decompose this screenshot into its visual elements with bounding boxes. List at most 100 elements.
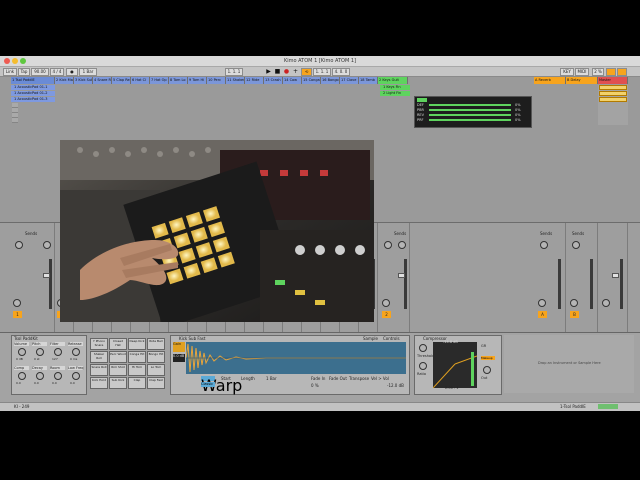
drum-pad[interactable]: Hi Tom bbox=[128, 364, 146, 376]
time-signature-field[interactable]: 4 / 4 bbox=[50, 68, 64, 76]
drum-pad[interactable]: Perc Wood bbox=[109, 351, 127, 363]
midi-map-button[interactable]: MIDI bbox=[575, 68, 589, 76]
drum-pad[interactable]: Clap Fast bbox=[147, 377, 165, 389]
gain-value[interactable]: 0.0 dB bbox=[173, 354, 185, 362]
track-header[interactable]: 4 Snare Rim bbox=[93, 77, 112, 84]
track-activator-button[interactable]: 2 bbox=[382, 311, 391, 318]
macro-knob[interactable] bbox=[18, 372, 26, 380]
track-header[interactable]: 12 Ride bbox=[245, 77, 264, 84]
drum-pad[interactable]: Clap bbox=[128, 377, 146, 389]
key-map-button[interactable]: KEY bbox=[560, 68, 574, 76]
play-icon[interactable]: ▶ bbox=[265, 68, 272, 75]
arrangement-position[interactable]: 1. 1. 1 bbox=[225, 68, 243, 76]
pan-knob[interactable] bbox=[13, 299, 21, 307]
drum-pad[interactable]: Lo Tom bbox=[147, 364, 165, 376]
track-header[interactable]: 7 Hat Op bbox=[150, 77, 169, 84]
track-header[interactable]: 17 Clave bbox=[340, 77, 359, 84]
scene-launch-button[interactable] bbox=[599, 85, 627, 90]
record-icon[interactable]: ● bbox=[283, 68, 290, 75]
scene-launch-button[interactable] bbox=[599, 97, 627, 102]
macro-knob[interactable] bbox=[72, 348, 80, 356]
macro-knob[interactable] bbox=[72, 372, 80, 380]
volume-fader[interactable] bbox=[43, 273, 50, 278]
metronome-button[interactable]: ● bbox=[66, 68, 78, 76]
master-track-header[interactable]: Master bbox=[598, 77, 628, 84]
spread-value[interactable]: 0 % bbox=[311, 383, 319, 388]
tap-tempo-button[interactable]: Tap bbox=[18, 68, 30, 76]
track-activator-button[interactable]: 1 bbox=[13, 311, 22, 318]
clip-slot[interactable]: 2 Light Fin bbox=[380, 91, 410, 96]
track-header[interactable]: 5 Clap Rex bbox=[112, 77, 131, 84]
master-volume-fader[interactable] bbox=[612, 273, 619, 278]
send-b-knob[interactable] bbox=[398, 241, 406, 249]
clip-slot[interactable]: 1 AcousticPod 01-2 bbox=[11, 91, 55, 96]
quantization-select[interactable]: 1 Bar bbox=[79, 68, 97, 76]
zoom-window-button[interactable] bbox=[20, 58, 26, 64]
track-header[interactable]: 8 Tom Lo bbox=[169, 77, 188, 84]
send-a-knob[interactable] bbox=[384, 241, 392, 249]
macro-knob[interactable] bbox=[36, 372, 44, 380]
ratio-knob[interactable] bbox=[419, 362, 427, 370]
track-header[interactable]: 11 Shaker bbox=[226, 77, 245, 84]
drum-pad[interactable]: Bongo Hit bbox=[147, 351, 165, 363]
tempo-field[interactable]: 90.00 bbox=[31, 68, 49, 76]
threshold-value[interactable]: -14.8 dB bbox=[443, 340, 458, 344]
track-header[interactable]: 2 Keys Guit bbox=[378, 77, 408, 84]
clip-slot[interactable]: 1 AcousticPod 01-3 bbox=[11, 97, 55, 102]
automation-arm-button[interactable]: ⟲ bbox=[301, 68, 312, 76]
track-header[interactable]: 15 Conga bbox=[302, 77, 321, 84]
track-header[interactable]: 14 Cow bbox=[283, 77, 302, 84]
plugin-power-icon[interactable] bbox=[417, 98, 427, 102]
return-activator-button[interactable]: A bbox=[538, 311, 547, 318]
send-knob[interactable] bbox=[540, 241, 548, 249]
minimize-window-button[interactable] bbox=[12, 58, 18, 64]
waveform-display[interactable] bbox=[185, 342, 406, 374]
controls-tab[interactable]: Controls bbox=[383, 336, 400, 341]
volume-fader[interactable] bbox=[398, 273, 405, 278]
warp-button[interactable]: Warp bbox=[201, 376, 242, 395]
pan-knob[interactable] bbox=[538, 299, 546, 307]
track-header[interactable]: 18 Tamb bbox=[359, 77, 378, 84]
drum-pad[interactable]: Kick Hold bbox=[90, 377, 108, 389]
drum-pad[interactable]: Y Phono Snare bbox=[90, 338, 108, 350]
loop-length-select[interactable]: 1 Bar bbox=[266, 376, 277, 381]
volume-value[interactable]: -12.0 dB bbox=[387, 383, 404, 388]
ratio-value[interactable]: 2.00 : 1 bbox=[445, 386, 458, 390]
send-knob[interactable] bbox=[572, 241, 580, 249]
stop-clip-button[interactable] bbox=[12, 118, 18, 123]
clip-slot[interactable]: 1 AcousticPod 01-1 bbox=[11, 85, 55, 90]
track-header[interactable]: 10 Perc bbox=[207, 77, 226, 84]
loop-length-field[interactable]: 4. 0. 0 bbox=[332, 68, 350, 76]
threshold-knob[interactable] bbox=[419, 344, 427, 352]
drum-pad[interactable]: Snare Roll bbox=[90, 364, 108, 376]
overdub-icon[interactable]: + bbox=[292, 68, 299, 75]
return-track-header-b[interactable]: B Delay bbox=[566, 77, 598, 84]
drum-pad[interactable]: Deep Kick bbox=[128, 338, 146, 350]
track-header[interactable]: 1 Tsol PaddIE bbox=[11, 77, 55, 84]
drum-pad[interactable]: Rim Shot bbox=[109, 364, 127, 376]
send-b-knob[interactable] bbox=[43, 241, 51, 249]
track-header[interactable]: 13 Crash bbox=[264, 77, 283, 84]
clip-slot[interactable]: 1 Keys Fin bbox=[380, 85, 410, 90]
track-header[interactable]: 6 Hat Cl bbox=[131, 77, 150, 84]
track-header[interactable]: 2 Kick Main bbox=[55, 77, 74, 84]
track-header[interactable]: 3 Kick Sub bbox=[74, 77, 93, 84]
pan-knob[interactable] bbox=[382, 299, 390, 307]
drum-pad[interactable]: Shaker Roll bbox=[90, 351, 108, 363]
track-header[interactable]: 16 Bongo bbox=[321, 77, 340, 84]
return-activator-button[interactable]: B bbox=[570, 311, 579, 318]
macro-knob[interactable] bbox=[18, 348, 26, 356]
drum-pad[interactable]: Conga Hit bbox=[128, 351, 146, 363]
drum-pad[interactable]: Ride Bell bbox=[147, 338, 165, 350]
device-drop-zone[interactable]: Drop an Instrument or Sample Here bbox=[504, 335, 634, 393]
sample-tab[interactable]: Sample bbox=[363, 336, 378, 341]
send-a-knob[interactable] bbox=[15, 241, 23, 249]
makeup-button[interactable]: Makeup bbox=[481, 356, 495, 360]
macro-knob[interactable] bbox=[54, 372, 62, 380]
output-knob[interactable] bbox=[483, 366, 491, 374]
loop-start-field[interactable]: 1. 1. 1 bbox=[313, 68, 331, 76]
mode-select[interactable]: Classic bbox=[201, 382, 215, 387]
pan-knob[interactable] bbox=[570, 299, 578, 307]
close-window-button[interactable] bbox=[4, 58, 10, 64]
macro-knob[interactable] bbox=[36, 348, 44, 356]
